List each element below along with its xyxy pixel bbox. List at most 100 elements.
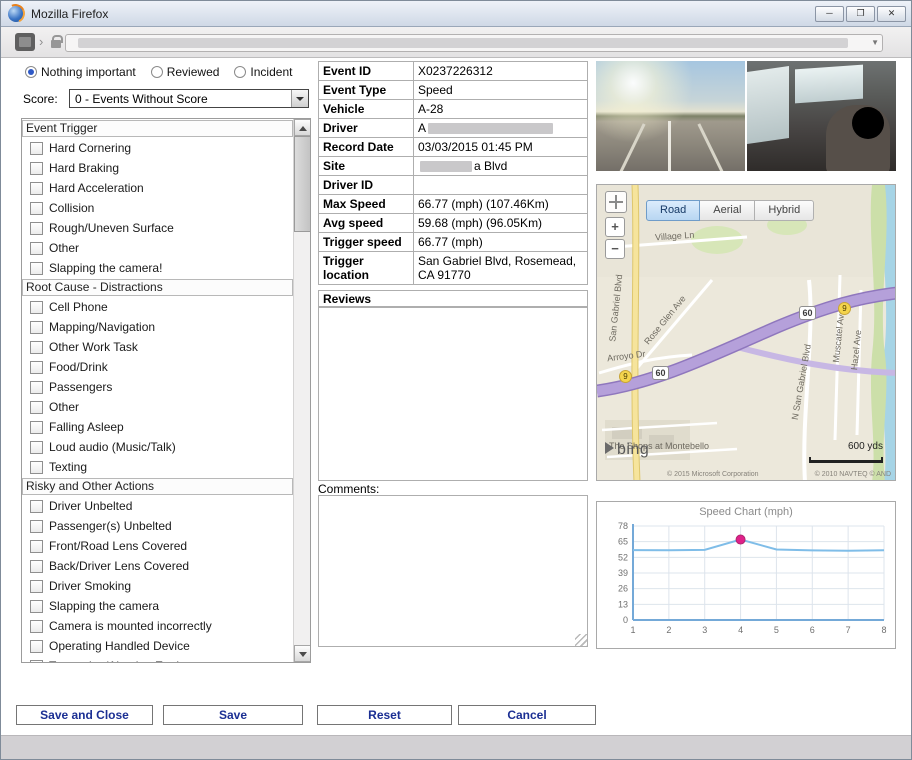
save-button[interactable]: Save [163,705,303,725]
radio-circle-icon[interactable] [234,66,246,78]
checkbox[interactable] [30,142,43,155]
checklist-item-label: Other [49,241,79,255]
detail-row: Event IDX0237226312 [318,61,588,81]
checklist-item[interactable]: Collision [22,198,293,218]
checklist-item[interactable]: Hard Cornering [22,138,293,158]
checklist-item[interactable]: Front/Road Lens Covered [22,536,293,556]
checkbox[interactable] [30,401,43,414]
checklist-item[interactable]: Rough/Uneven Surface [22,218,293,238]
checkbox[interactable] [30,361,43,374]
checklist-item[interactable]: Hard Acceleration [22,178,293,198]
detail-label: Record Date [319,138,414,156]
scrollbar-thumb[interactable] [294,136,311,232]
checklist-item-label: Slapping the camera! [49,261,162,275]
checkbox[interactable] [30,162,43,175]
detail-row: Record Date03/03/2015 01:45 PM [318,137,588,157]
checkbox[interactable] [30,381,43,394]
checkbox[interactable] [30,441,43,454]
page-icon[interactable] [15,33,35,51]
checkbox[interactable] [30,421,43,434]
detail-row: Trigger locationSan Gabriel Blvd, Roseme… [318,251,588,285]
map-type-road[interactable]: Road [646,200,700,221]
scroll-up-arrow[interactable] [294,119,311,136]
route-60-shield: 60 [652,366,669,380]
checkbox[interactable] [30,242,43,255]
checklist-item[interactable]: Passengers [22,377,293,397]
checklist-item-label: Texting [49,460,87,474]
checklist-item[interactable]: Texting [22,457,293,477]
window-titlebar[interactable]: Mozilla Firefox ─ ❐ ✕ [1,1,911,27]
checklist-item[interactable]: Camera is mounted incorrectly [22,616,293,636]
maximize-button[interactable]: ❐ [846,6,875,22]
comments-input[interactable] [318,495,588,647]
radio-circle-icon[interactable] [25,66,37,78]
dropdown-arrow-icon[interactable] [291,90,308,107]
checklist-item[interactable]: Cell Phone [22,297,293,317]
score-dropdown[interactable]: 0 - Events Without Score [69,89,309,108]
map-pan-control[interactable] [605,191,627,213]
checkbox[interactable] [30,301,43,314]
checklist-item[interactable]: Food/Drink [22,357,293,377]
radio-circle-icon[interactable] [151,66,163,78]
checkbox[interactable] [30,620,43,633]
review-status-radios: Nothing important Reviewed Incident [25,65,292,79]
checkbox[interactable] [30,321,43,334]
checklist-item[interactable]: Falling Asleep [22,417,293,437]
save-and-close-button[interactable]: Save and Close [16,705,153,725]
checkbox[interactable] [30,660,43,663]
checklist-item[interactable]: Passenger(s) Unbelted [22,516,293,536]
radio-option[interactable]: Incident [234,65,292,79]
resize-grip[interactable] [575,634,587,646]
checkbox[interactable] [30,182,43,195]
checklist-item[interactable]: Other Work Task [22,337,293,357]
scroll-down-arrow[interactable] [294,645,311,662]
checklist-item[interactable]: Driver Unbelted [22,496,293,516]
checklist-item[interactable]: Slapping the camera! [22,258,293,278]
checkbox[interactable] [30,560,43,573]
detail-label: Trigger location [319,252,414,284]
checkbox[interactable] [30,520,43,533]
checkbox[interactable] [30,202,43,215]
checklist-item[interactable]: Loud audio (Music/Talk) [22,437,293,457]
map-type-aerial[interactable]: Aerial [699,200,755,221]
checkbox[interactable] [30,222,43,235]
score-value: 0 - Events Without Score [70,90,291,107]
url-dropdown-arrow[interactable]: ▼ [871,38,879,47]
checklist-section-header: Risky and Other Actions [22,478,293,495]
checklist-item-label: Food/Drink [49,360,108,374]
checkbox[interactable] [30,500,43,513]
radio-option[interactable]: Reviewed [151,65,220,79]
checkbox[interactable] [30,341,43,354]
checklist-scrollbar[interactable] [293,119,310,662]
bing-map[interactable]: Village Ln San Gabriel Blvd Rose Glen Av… [596,184,896,481]
checkbox[interactable] [30,580,43,593]
checklist-item[interactable]: Mapping/Navigation [22,317,293,337]
checklist-item[interactable]: Hard Braking [22,158,293,178]
checklist-item[interactable]: Other [22,397,293,417]
checklist-item[interactable]: Tampering/Abusing Equipment [22,656,293,662]
detail-value: A-28 [414,100,587,118]
detail-row: Sitea Blvd [318,156,588,176]
checklist-item[interactable]: Driver Smoking [22,576,293,596]
checklist-item[interactable]: Slapping the camera [22,596,293,616]
map-zoom-in-button[interactable]: + [605,217,625,237]
svg-text:7: 7 [846,625,851,635]
cancel-button[interactable]: Cancel [458,705,596,725]
map-zoom-out-button[interactable]: − [605,239,625,259]
checkbox[interactable] [30,540,43,553]
checkbox[interactable] [30,262,43,275]
checklist-item[interactable]: Back/Driver Lens Covered [22,556,293,576]
url-bar[interactable]: ▼ [65,34,883,52]
map-type-hybrid[interactable]: Hybrid [754,200,814,221]
checklist-item[interactable]: Operating Handled Device [22,636,293,656]
reviews-box [318,307,588,481]
minimize-button[interactable]: ─ [815,6,844,22]
checkbox[interactable] [30,640,43,653]
close-button[interactable]: ✕ [877,6,906,22]
detail-value: 66.77 (mph) (107.46Km) [414,195,587,213]
checkbox[interactable] [30,600,43,613]
reset-button[interactable]: Reset [317,705,452,725]
radio-option[interactable]: Nothing important [25,65,136,79]
checkbox[interactable] [30,461,43,474]
checklist-item[interactable]: Other [22,238,293,258]
